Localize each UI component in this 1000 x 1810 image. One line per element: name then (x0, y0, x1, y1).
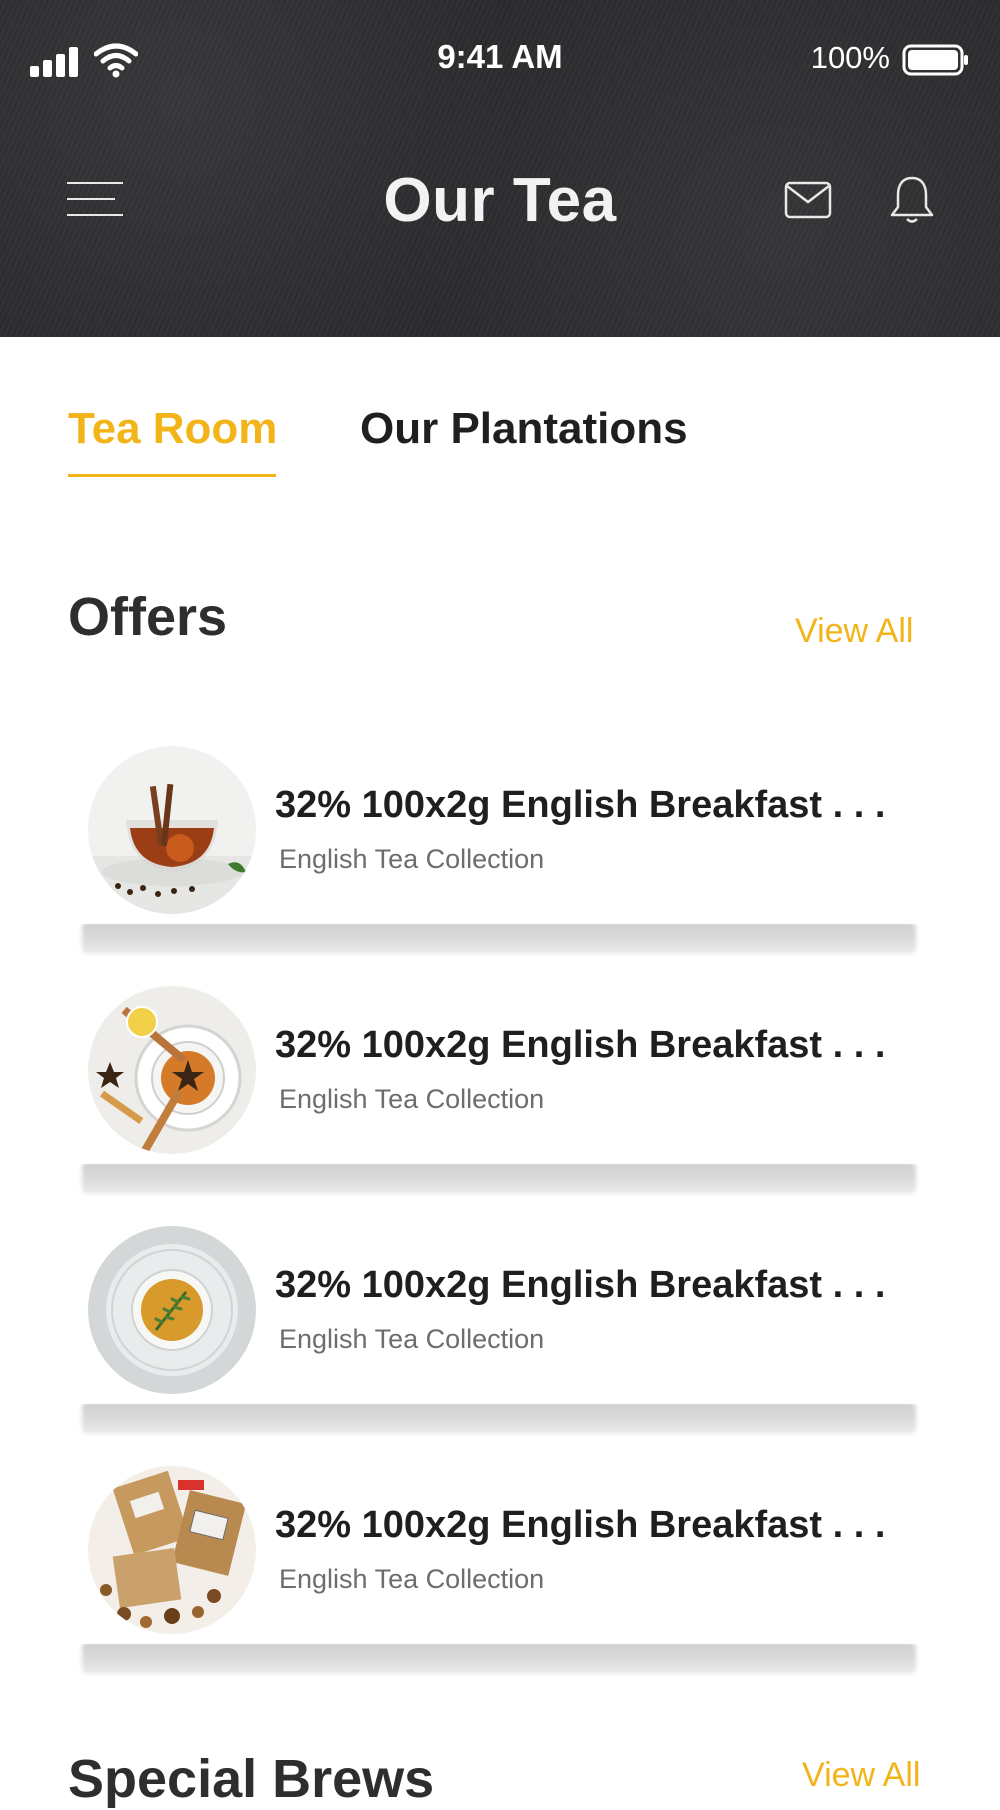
card-shadow (82, 1402, 916, 1434)
card-shadow (82, 922, 916, 954)
offer-subtitle: English Tea Collection (279, 1324, 545, 1354)
offer-card[interactable]: 32% 100x2g English Breakfast . . . Engli… (68, 1446, 930, 1644)
battery-percentage: 100% (810, 40, 890, 75)
offer-card[interactable]: 32% 100x2g English Breakfast . . . Engli… (68, 726, 930, 924)
offers-view-all-link[interactable]: View All (795, 612, 913, 651)
page-title: Our Tea (383, 166, 617, 235)
special-brews-section-title: Special Brews (68, 1749, 435, 1809)
status-bar: 9:41 AM 100% (0, 0, 1000, 120)
card-shadow (82, 1162, 916, 1194)
card-shadow (82, 1642, 916, 1674)
active-tab-indicator (68, 474, 276, 477)
bell-icon[interactable] (889, 175, 935, 225)
offer-image-tea-cinnamon-orange (88, 746, 256, 914)
offer-title: 32% 100x2g English Breakfast . . . (275, 784, 886, 826)
offer-subtitle: English Tea Collection (279, 1564, 545, 1594)
offers-section-title: Offers (68, 587, 228, 647)
offer-image-tea-packages (88, 1466, 256, 1634)
battery-icon (902, 44, 968, 76)
offer-title: 32% 100x2g English Breakfast . . . (275, 1264, 886, 1306)
offer-card[interactable]: 32% 100x2g English Breakfast . . . Engli… (68, 966, 930, 1164)
app-header: 9:41 AM 100% Our Tea (0, 0, 1000, 337)
offer-image-tea-rosemary (88, 1226, 256, 1394)
offer-title: 32% 100x2g English Breakfast . . . (275, 1024, 886, 1066)
offer-subtitle: English Tea Collection (279, 844, 545, 874)
offer-image-tea-star-anise-lemon (88, 986, 256, 1154)
tab-our-plantations[interactable]: Our Plantations (360, 404, 688, 454)
offer-title: 32% 100x2g English Breakfast . . . (275, 1504, 886, 1546)
offer-card[interactable]: 32% 100x2g English Breakfast . . . Engli… (68, 1206, 930, 1404)
special-brews-view-all-link[interactable]: View All (802, 1756, 920, 1795)
envelope-icon[interactable] (784, 180, 832, 220)
offer-subtitle: English Tea Collection (279, 1084, 545, 1114)
tab-bar: Tea Room Our Plantations (0, 337, 1000, 487)
tab-tea-room[interactable]: Tea Room (68, 404, 277, 454)
